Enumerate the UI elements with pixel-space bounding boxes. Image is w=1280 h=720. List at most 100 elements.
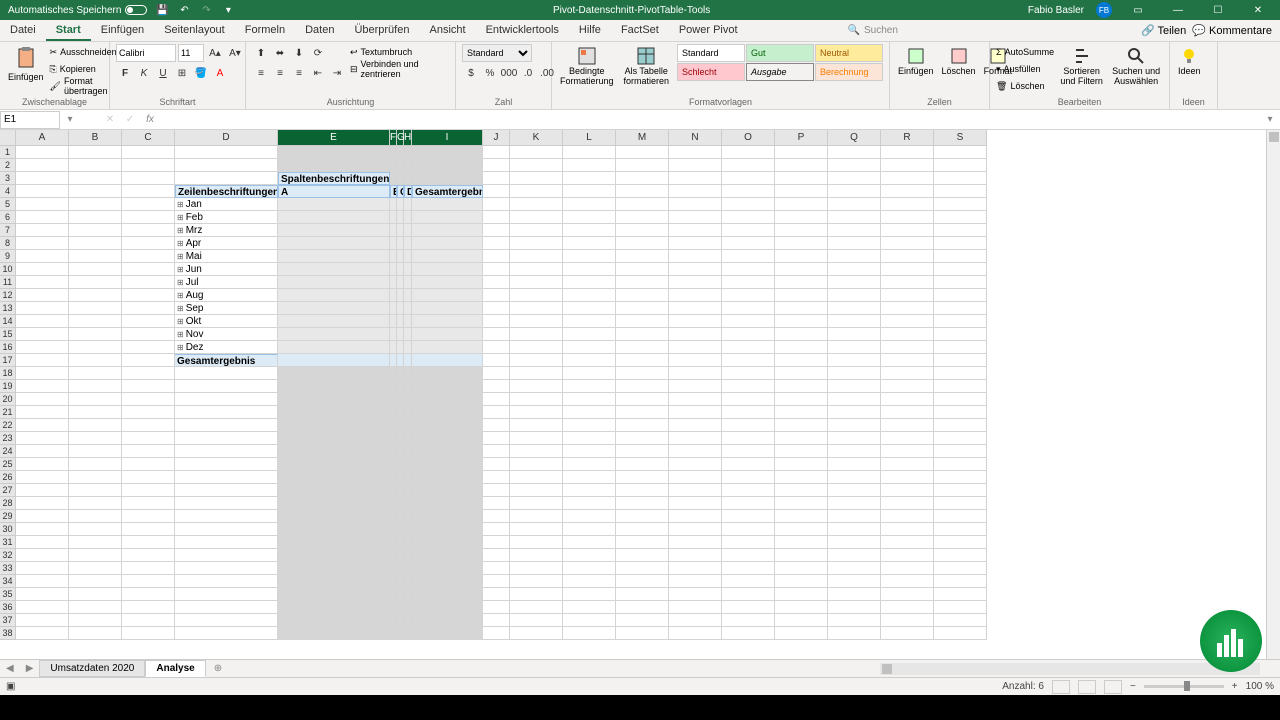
cell-B25[interactable]: [69, 458, 122, 471]
cell-I22[interactable]: [412, 419, 483, 432]
row-header-31[interactable]: 31: [0, 536, 16, 549]
cell-P20[interactable]: [775, 393, 828, 406]
cell-G11[interactable]: [397, 276, 404, 289]
cell-B12[interactable]: [69, 289, 122, 302]
cell-E35[interactable]: [278, 588, 390, 601]
cell-O37[interactable]: [722, 614, 775, 627]
cell-I15[interactable]: [412, 328, 483, 341]
cell-A17[interactable]: [16, 354, 69, 367]
cell-K21[interactable]: [510, 406, 563, 419]
cell-D12[interactable]: ⊞Aug: [175, 289, 278, 302]
cell-H17[interactable]: [404, 354, 412, 367]
column-header-E[interactable]: E: [278, 130, 390, 146]
cell-K9[interactable]: [510, 250, 563, 263]
name-box[interactable]: E1: [0, 111, 60, 129]
cell-Q28[interactable]: [828, 497, 881, 510]
number-format-select[interactable]: Standard: [462, 44, 532, 62]
cell-H27[interactable]: [404, 484, 412, 497]
cell-J8[interactable]: [483, 237, 510, 250]
cell-D24[interactable]: [175, 445, 278, 458]
column-header-B[interactable]: B: [69, 130, 122, 146]
cell-C2[interactable]: [122, 159, 175, 172]
cell-G3[interactable]: [397, 172, 404, 185]
cell-F12[interactable]: [390, 289, 397, 302]
cell-R34[interactable]: [881, 575, 934, 588]
row-header-38[interactable]: 38: [0, 627, 16, 640]
cell-O21[interactable]: [722, 406, 775, 419]
cell-R8[interactable]: [881, 237, 934, 250]
column-header-N[interactable]: N: [669, 130, 722, 146]
find-select-button[interactable]: Suchen und Auswählen: [1109, 44, 1163, 89]
cell-D35[interactable]: [175, 588, 278, 601]
cell-A19[interactable]: [16, 380, 69, 393]
cell-J1[interactable]: [483, 146, 510, 159]
cell-I31[interactable]: [412, 536, 483, 549]
cell-C8[interactable]: [122, 237, 175, 250]
column-header-S[interactable]: S: [934, 130, 987, 146]
cell-O15[interactable]: [722, 328, 775, 341]
cell-J22[interactable]: [483, 419, 510, 432]
cell-S24[interactable]: [934, 445, 987, 458]
horizontal-scrollbar[interactable]: [880, 663, 1260, 675]
cell-A24[interactable]: [16, 445, 69, 458]
cell-I13[interactable]: [412, 302, 483, 315]
cell-L29[interactable]: [563, 510, 616, 523]
column-header-I[interactable]: I: [412, 130, 483, 146]
cell-I16[interactable]: [412, 341, 483, 354]
cell-R25[interactable]: [881, 458, 934, 471]
cell-N31[interactable]: [669, 536, 722, 549]
cell-H18[interactable]: [404, 367, 412, 380]
cell-P30[interactable]: [775, 523, 828, 536]
cell-E14[interactable]: [278, 315, 390, 328]
cell-F36[interactable]: [390, 601, 397, 614]
cell-C17[interactable]: [122, 354, 175, 367]
cell-C30[interactable]: [122, 523, 175, 536]
cell-Q19[interactable]: [828, 380, 881, 393]
cell-K4[interactable]: [510, 185, 563, 198]
row-header-7[interactable]: 7: [0, 224, 16, 237]
cell-F6[interactable]: [390, 211, 397, 224]
cell-N2[interactable]: [669, 159, 722, 172]
cell-P2[interactable]: [775, 159, 828, 172]
cell-J35[interactable]: [483, 588, 510, 601]
cell-S11[interactable]: [934, 276, 987, 289]
expand-icon[interactable]: ⊞: [177, 200, 184, 209]
cell-C11[interactable]: [122, 276, 175, 289]
cell-B7[interactable]: [69, 224, 122, 237]
cell-J16[interactable]: [483, 341, 510, 354]
cell-F8[interactable]: [390, 237, 397, 250]
cell-A5[interactable]: [16, 198, 69, 211]
cell-R2[interactable]: [881, 159, 934, 172]
cell-J13[interactable]: [483, 302, 510, 315]
cell-D5[interactable]: ⊞Jan: [175, 198, 278, 211]
zoom-out-button[interactable]: −: [1130, 681, 1136, 692]
cell-N18[interactable]: [669, 367, 722, 380]
cell-M17[interactable]: [616, 354, 669, 367]
cell-K38[interactable]: [510, 627, 563, 640]
cell-A7[interactable]: [16, 224, 69, 237]
cell-G28[interactable]: [397, 497, 404, 510]
cell-C29[interactable]: [122, 510, 175, 523]
cell-F1[interactable]: [390, 146, 397, 159]
expand-icon[interactable]: ⊞: [177, 213, 184, 222]
cell-S21[interactable]: [934, 406, 987, 419]
cell-A36[interactable]: [16, 601, 69, 614]
cell-R11[interactable]: [881, 276, 934, 289]
cell-G5[interactable]: [397, 198, 404, 211]
cell-N37[interactable]: [669, 614, 722, 627]
cell-F19[interactable]: [390, 380, 397, 393]
name-box-dropdown-icon[interactable]: ▾: [60, 114, 80, 125]
cell-K30[interactable]: [510, 523, 563, 536]
cell-J29[interactable]: [483, 510, 510, 523]
cell-N10[interactable]: [669, 263, 722, 276]
cell-C18[interactable]: [122, 367, 175, 380]
redo-icon[interactable]: ↷: [199, 3, 213, 17]
cell-D10[interactable]: ⊞Jun: [175, 263, 278, 276]
cell-G27[interactable]: [397, 484, 404, 497]
increase-indent-icon[interactable]: ⇥: [328, 64, 346, 82]
cell-B14[interactable]: [69, 315, 122, 328]
cell-F5[interactable]: [390, 198, 397, 211]
cell-R15[interactable]: [881, 328, 934, 341]
cell-P34[interactable]: [775, 575, 828, 588]
cell-N11[interactable]: [669, 276, 722, 289]
